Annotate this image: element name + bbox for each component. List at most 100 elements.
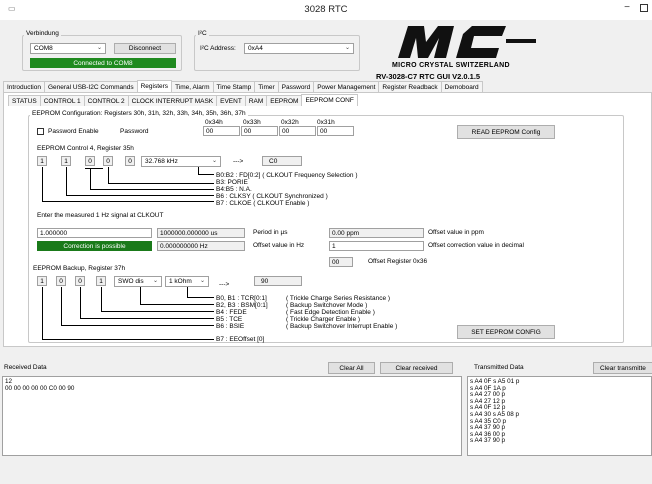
main-tabs: Introduction General USB-I2C Commands Re… (3, 80, 483, 92)
received-data-list[interactable]: 12 00 00 00 00 00 C0 00 90 (2, 376, 462, 456)
password-byte-34[interactable]: 00 (203, 126, 240, 136)
set-eeprom-config-button[interactable]: SET EEPROM CONFIG (457, 325, 555, 339)
tab-status[interactable]: STATUS (8, 95, 41, 106)
backup-desc-right-2: ( Fast Edge Detection Enable ) (286, 309, 375, 316)
tab-demoboard[interactable]: Demoboard (440, 81, 483, 92)
hz-value: 0.000000000 Hz (157, 241, 245, 251)
tab-ram[interactable]: RAM (244, 95, 268, 106)
tab-timer[interactable]: Timer (254, 81, 279, 92)
control4-bit-5-4[interactable]: 0 (85, 156, 95, 166)
tab-introduction[interactable]: Introduction (3, 81, 45, 92)
tab-clock-interrupt-mask[interactable]: CLOCK INTERRUPT MASK (127, 95, 218, 106)
password-label: Password (120, 128, 149, 135)
reg-label-31: 0x31h (317, 119, 335, 126)
tab-time-alarm[interactable]: Time, Alarm (171, 81, 214, 92)
mc-logo-graphic (398, 26, 536, 58)
control4-bit-6[interactable]: 1 (61, 156, 71, 166)
chevron-down-icon: ⌄ (152, 278, 158, 284)
received-data-label: Received Data (4, 364, 47, 371)
connection-status: Connected to COM8 (30, 58, 176, 68)
password-enable-label: Password Enable (48, 128, 99, 135)
backup-bit-5[interactable]: 0 (75, 276, 85, 286)
tab-control-2[interactable]: CONTROL 2 (83, 95, 129, 106)
mc-logo: MICRO CRYSTAL SWITZERLAND RV-3028-C7 RTC… (376, 22, 548, 81)
backup-bit-6[interactable]: 0 (56, 276, 66, 286)
control4-label: EEPROM Control 4, Register 35h (37, 145, 134, 152)
tab-password[interactable]: Password (277, 81, 315, 92)
tab-time-stamp[interactable]: Time Stamp (212, 81, 256, 92)
tab-control-1[interactable]: CONTROL 1 (39, 95, 85, 106)
measured-signal-label: Enter the measured 1 Hz signal at CLKOUT (37, 212, 164, 219)
com-port-select[interactable]: COM8 ⌄ (30, 43, 106, 54)
maximize-button[interactable] (640, 4, 648, 12)
chevron-down-icon: ⌄ (199, 278, 205, 284)
tab-eeprom-conf[interactable]: EEPROM CONF (301, 94, 358, 106)
backup-result: 90 (254, 276, 302, 286)
chevron-down-icon: ⌄ (211, 158, 217, 164)
backup-desc-b4: B4 : FEDE (216, 309, 247, 316)
minimize-button[interactable]: − (624, 2, 630, 13)
ppm-value: 0.00 ppm (329, 228, 424, 238)
register-subtabs: STATUS CONTROL 1 CONTROL 2 CLOCK INTERRU… (8, 94, 358, 106)
control4-bit-3[interactable]: 0 (103, 156, 113, 166)
backup-desc-b5: B5 : TCE (216, 316, 243, 323)
tab-eeprom[interactable]: EEPROM (266, 95, 303, 106)
trickle-resistance-select[interactable]: 1 kOhm ⌄ (165, 276, 209, 287)
tab-register-readback[interactable]: Register Readback (378, 81, 442, 92)
logo-company: MICRO CRYSTAL SWITZERLAND (392, 62, 510, 69)
password-byte-33[interactable]: 00 (241, 126, 278, 136)
transmitted-data-label: Transmitted Data (474, 364, 524, 371)
decimal-value[interactable]: 1 (329, 241, 424, 251)
offset-register-label: Offset Register 0x36 (368, 258, 428, 265)
i2c-address-label: I²C Address: (200, 45, 236, 52)
clkout-frequency-value: 32.768 kHz (145, 158, 178, 165)
window-title: 3028 RTC (304, 4, 348, 15)
title-bar: ▭ 3028 RTC − (0, 0, 652, 20)
offset-register-value: 00 (329, 257, 353, 267)
tab-registers[interactable]: Registers (136, 80, 173, 92)
control4-arrow: ---> (233, 158, 244, 165)
decimal-label: Offset correction value in decimal (428, 242, 524, 249)
tab-general-usb-i2c[interactable]: General USB-I2C Commands (43, 81, 138, 92)
backup-desc-b0-b1: B0, B1 : TCR[0:1] (216, 295, 267, 302)
password-byte-32[interactable]: 00 (279, 126, 316, 136)
backup-bit-4[interactable]: 1 (96, 276, 106, 286)
clear-transmitted-button[interactable]: Clear transmitte (593, 362, 652, 374)
password-enable-checkbox[interactable] (37, 128, 44, 135)
logo-product: RV-3028-C7 RTC GUI V2.0.1.5 (376, 72, 481, 81)
clear-received-button[interactable]: Clear received (380, 362, 453, 374)
reg-label-33: 0x33h (243, 119, 261, 126)
main-window: ▭ 3028 RTC − Verbindung COM8 ⌄ Disconnec… (0, 0, 652, 484)
control4-bit-7[interactable]: 1 (37, 156, 47, 166)
i2c-group-label: I²C (196, 30, 209, 37)
backup-desc-b7: B7 : EEOffset [0] (216, 336, 265, 343)
backup-arrow: ---> (219, 281, 230, 288)
backup-desc-right-0: ( Trickle Charge Series Resistance ) (286, 295, 391, 302)
read-eeprom-config-button[interactable]: READ EEPROM Config (457, 125, 555, 139)
disconnect-button[interactable]: Disconnect (114, 43, 176, 54)
ppm-label: Offset value in ppm (428, 229, 484, 236)
i2c-address-select[interactable]: 0xA4 ⌄ (244, 43, 354, 54)
connection-group-label: Verbindung (24, 30, 61, 37)
control4-desc-b3: B3: PORIE (216, 179, 248, 186)
backup-desc-right-1: ( Backup Switchover Mode ) (286, 302, 368, 309)
measured-signal-input[interactable]: 1.000000 (37, 228, 152, 238)
control4-desc-b4-b5: B4:B5 : N.A. (216, 186, 252, 193)
control4-bit-2-0[interactable]: 0 (125, 156, 135, 166)
switchover-mode-select[interactable]: SWO dis ⌄ (114, 276, 162, 287)
control4-result: C0 (262, 156, 302, 166)
clear-all-button[interactable]: Clear All (328, 362, 375, 374)
chevron-down-icon: ⌄ (96, 45, 102, 51)
backup-desc-b6: B6 : BSIE (216, 323, 245, 330)
tab-power-management[interactable]: Power Management (313, 81, 380, 92)
clkout-frequency-select[interactable]: 32.768 kHz ⌄ (141, 156, 221, 167)
tab-event[interactable]: EVENT (216, 95, 246, 106)
correction-status: Correction is possible (37, 241, 152, 251)
chevron-down-icon: ⌄ (344, 45, 350, 51)
com-port-value: COM8 (34, 45, 53, 52)
switchover-mode-value: SWO dis (118, 278, 144, 285)
password-byte-31[interactable]: 00 (317, 126, 354, 136)
period-label: Period in µs (253, 229, 288, 236)
transmitted-data-list[interactable]: s A4 0F s A5 01 p s A4 0F 1A p s A4 27 0… (467, 376, 652, 456)
backup-bit-7[interactable]: 1 (37, 276, 47, 286)
